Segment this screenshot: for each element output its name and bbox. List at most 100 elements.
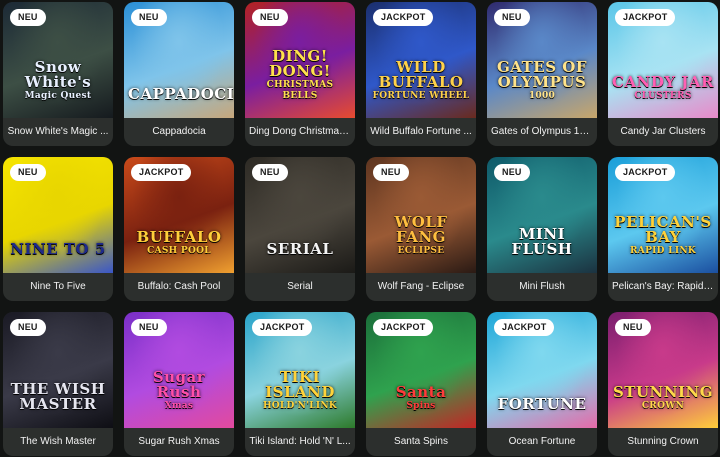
game-logo: WOLF FANG ECLIPSE <box>370 215 472 257</box>
jackpot-badge: JACKPOT <box>615 9 676 26</box>
game-title[interactable]: Snow White's Magic ... <box>3 118 113 146</box>
game-thumbnail[interactable]: FORTUNE JACKPOT <box>487 312 597 428</box>
game-logo-subtext: FORTUNE WHEEL <box>372 91 470 101</box>
game-logo-subtext: CLUSTERS <box>634 91 692 101</box>
game-title[interactable]: Gates of Olympus 10... <box>487 118 597 146</box>
game-thumbnail[interactable]: MINI FLUSH NEU <box>487 157 597 273</box>
game-logo-subtext: ECLIPSE <box>397 246 445 256</box>
game-card[interactable]: THE WISH MASTER NEU The Wish Master <box>3 312 113 456</box>
game-logo: DING! DONG! CHRISTMAS BELLS <box>249 49 351 102</box>
game-logo: BUFFALO CASH POOL <box>128 230 230 257</box>
game-logo: TIKI ISLAND HOLD'N'LINK <box>249 370 351 412</box>
game-thumbnail[interactable]: Snow White's Magic Quest NEU <box>3 2 113 118</box>
game-logo-subtext: CROWN <box>641 401 685 411</box>
game-logo-text: PELICAN'S BAY <box>614 213 712 246</box>
game-title[interactable]: Ocean Fortune <box>487 428 597 456</box>
game-logo-text: CAPPADOCIA <box>128 85 234 103</box>
game-logo-text: TIKI ISLAND <box>265 368 335 401</box>
game-title[interactable]: Sugar Rush Xmas <box>124 428 234 456</box>
game-thumbnail[interactable]: GATES OF OLYMPUS 1000 NEU <box>487 2 597 118</box>
game-card[interactable]: Sugar Rush Xmas NEU Sugar Rush Xmas <box>124 312 234 456</box>
game-logo-subtext: 1000 <box>528 91 556 101</box>
game-thumbnail[interactable]: BUFFALO CASH POOL JACKPOT <box>124 157 234 273</box>
new-badge: NEU <box>252 164 288 181</box>
new-badge: NEU <box>10 164 46 181</box>
game-title[interactable]: Cappadocia <box>124 118 234 146</box>
game-thumbnail[interactable]: SERIAL NEU <box>245 157 355 273</box>
new-badge: NEU <box>615 319 651 336</box>
jackpot-badge: JACKPOT <box>373 9 434 26</box>
game-logo-text: THE WISH MASTER <box>10 380 106 413</box>
jackpot-badge: JACKPOT <box>615 164 676 181</box>
game-card[interactable]: FORTUNE JACKPOT Ocean Fortune <box>487 312 597 456</box>
game-card[interactable]: BUFFALO CASH POOL JACKPOT Buffalo: Cash Poo… <box>124 157 234 301</box>
new-badge: NEU <box>494 9 530 26</box>
game-logo-text: MINI FLUSH <box>511 225 573 258</box>
game-card[interactable]: CANDY JAR CLUSTERS JACKPOT Candy Jar Cluste… <box>608 2 718 146</box>
game-title[interactable]: Mini Flush <box>487 273 597 301</box>
game-thumbnail[interactable]: Sugar Rush Xmas NEU <box>124 312 234 428</box>
game-logo: Snow White's Magic Quest <box>7 60 109 102</box>
game-card[interactable]: WILD BUFFALO FORTUNE WHEEL JACKPOT Wild Buf… <box>366 2 476 146</box>
game-logo-text: WILD BUFFALO <box>378 58 464 91</box>
game-logo: Santa Spins <box>370 385 472 412</box>
game-card[interactable]: NINE TO 5 NEU Nine To Five <box>3 157 113 301</box>
jackpot-badge: JACKPOT <box>131 164 192 181</box>
jackpot-badge: JACKPOT <box>373 319 434 336</box>
game-thumbnail[interactable]: WOLF FANG ECLIPSE NEU <box>366 157 476 273</box>
game-title[interactable]: Tiki Island: Hold 'N' L... <box>245 428 355 456</box>
game-logo-text: CANDY JAR <box>612 73 714 91</box>
game-title[interactable]: Stunning Crown <box>608 428 718 456</box>
game-card[interactable]: Snow White's Magic Quest NEU Snow White's M… <box>3 2 113 146</box>
game-logo: CAPPADOCIA <box>128 87 234 102</box>
game-title[interactable]: Nine To Five <box>3 273 113 301</box>
game-logo-subtext: CHRISTMAS BELLS <box>266 80 334 101</box>
new-badge: NEU <box>252 9 288 26</box>
game-title[interactable]: The Wish Master <box>3 428 113 456</box>
game-title[interactable]: Santa Spins <box>366 428 476 456</box>
game-thumbnail[interactable]: NINE TO 5 NEU <box>3 157 113 273</box>
new-badge: NEU <box>131 9 167 26</box>
jackpot-badge: JACKPOT <box>252 319 313 336</box>
game-thumbnail[interactable]: DING! DONG! CHRISTMAS BELLS NEU <box>245 2 355 118</box>
game-title[interactable]: Wild Buffalo Fortune ... <box>366 118 476 146</box>
game-title[interactable]: Wolf Fang - Eclipse <box>366 273 476 301</box>
game-card[interactable]: GATES OF OLYMPUS 1000 NEU Gates of Olympus … <box>487 2 597 146</box>
game-thumbnail[interactable]: CANDY JAR CLUSTERS JACKPOT <box>608 2 718 118</box>
game-logo-subtext: RAPID LINK <box>630 246 696 256</box>
game-thumbnail[interactable]: CAPPADOCIA NEU <box>124 2 234 118</box>
game-card[interactable]: DING! DONG! CHRISTMAS BELLS NEU Ding Dong C… <box>245 2 355 146</box>
jackpot-badge: JACKPOT <box>494 319 555 336</box>
game-title[interactable]: Buffalo: Cash Pool <box>124 273 234 301</box>
game-logo: MINI FLUSH <box>491 227 593 257</box>
game-grid: Snow White's Magic Quest NEU Snow White's M… <box>0 0 720 457</box>
game-logo-text: Santa <box>395 383 447 401</box>
game-thumbnail[interactable]: WILD BUFFALO FORTUNE WHEEL JACKPOT <box>366 2 476 118</box>
game-logo: FORTUNE <box>491 397 593 412</box>
game-title[interactable]: Ding Dong Christmas... <box>245 118 355 146</box>
game-logo: STUNNING CROWN <box>612 385 714 412</box>
game-card[interactable]: SERIAL NEU Serial <box>245 157 355 301</box>
game-logo-subtext: Spins <box>406 401 436 411</box>
game-logo-subtext: Xmas <box>164 401 194 411</box>
game-card[interactable]: WOLF FANG ECLIPSE NEU Wolf Fang - Eclipse <box>366 157 476 301</box>
game-logo-text: Snow White's <box>24 58 92 91</box>
game-logo: GATES OF OLYMPUS 1000 <box>491 60 593 102</box>
game-card[interactable]: MINI FLUSH NEU Mini Flush <box>487 157 597 301</box>
game-card[interactable]: TIKI ISLAND HOLD'N'LINK JACKPOT Tiki Island… <box>245 312 355 456</box>
game-card[interactable]: STUNNING CROWN NEU Stunning Crown <box>608 312 718 456</box>
game-card[interactable]: CAPPADOCIA NEU Cappadocia <box>124 2 234 146</box>
game-thumbnail[interactable]: Santa Spins JACKPOT <box>366 312 476 428</box>
game-thumbnail[interactable]: TIKI ISLAND HOLD'N'LINK JACKPOT <box>245 312 355 428</box>
game-title[interactable]: Pelican's Bay: Rapid ... <box>608 273 718 301</box>
game-title[interactable]: Serial <box>245 273 355 301</box>
game-logo-text: GATES OF OLYMPUS <box>497 58 587 91</box>
game-title[interactable]: Candy Jar Clusters <box>608 118 718 146</box>
game-thumbnail[interactable]: PELICAN'S BAY RAPID LINK JACKPOT <box>608 157 718 273</box>
game-card[interactable]: Santa Spins JACKPOT Santa Spins <box>366 312 476 456</box>
game-logo: WILD BUFFALO FORTUNE WHEEL <box>370 60 472 102</box>
new-badge: NEU <box>373 164 409 181</box>
game-thumbnail[interactable]: THE WISH MASTER NEU <box>3 312 113 428</box>
game-thumbnail[interactable]: STUNNING CROWN NEU <box>608 312 718 428</box>
game-card[interactable]: PELICAN'S BAY RAPID LINK JACKPOT Pelican's … <box>608 157 718 301</box>
